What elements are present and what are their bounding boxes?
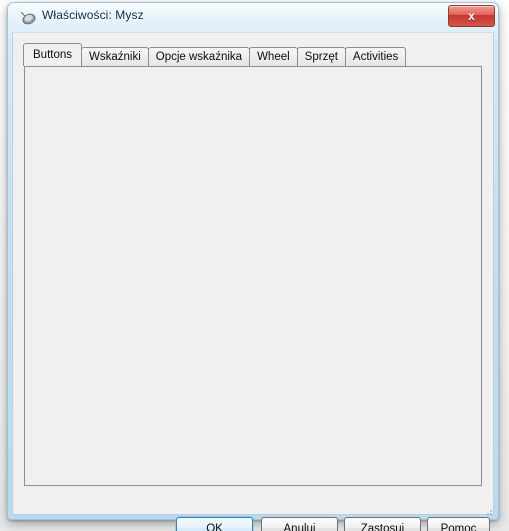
window-title: Właściwości: Mysz xyxy=(42,8,144,22)
help-button-label: Pomoc xyxy=(440,522,477,531)
tab-label: Wheel xyxy=(257,51,290,63)
apply-button[interactable]: Zastosuj xyxy=(344,517,421,531)
title-bar[interactable]: Właściwości: Mysz x xyxy=(8,3,498,33)
resize-grip-icon[interactable] xyxy=(482,504,494,516)
tab-label: Buttons xyxy=(33,49,72,61)
tab-activities[interactable]: Activities xyxy=(344,47,407,66)
tab-sprzet[interactable]: Sprzęt xyxy=(296,47,346,66)
ok-button[interactable]: OK xyxy=(176,517,253,531)
tab-label: Activities xyxy=(352,51,399,63)
tab-panel-buttons xyxy=(24,66,482,486)
apply-button-label: Zastosuj xyxy=(360,522,405,531)
cancel-button-label: Anuluj xyxy=(283,522,316,531)
tab-wheel[interactable]: Wheel xyxy=(249,47,298,66)
close-icon: x xyxy=(468,9,475,23)
dialog-client-area: Buttons Wskaźniki Opcje wskaźnika Wheel … xyxy=(12,32,494,531)
tab-strip: Buttons Wskaźniki Opcje wskaźnika Wheel … xyxy=(23,43,407,66)
tab-wskazniki[interactable]: Wskaźniki xyxy=(81,47,149,66)
mouse-icon xyxy=(20,10,37,25)
cancel-button[interactable]: Anuluj xyxy=(261,517,338,531)
ok-button-label: OK xyxy=(206,522,223,531)
screen: Właściwości: Mysz x Buttons Wskaźniki Op… xyxy=(0,0,509,531)
tab-opcje-wskaznika[interactable]: Opcje wskaźnika xyxy=(147,47,251,66)
tab-label: Sprzęt xyxy=(304,51,338,63)
tab-label: Opcje wskaźnika xyxy=(155,51,243,63)
help-button[interactable]: Pomoc xyxy=(427,517,490,531)
properties-window: Właściwości: Mysz x Buttons Wskaźniki Op… xyxy=(7,2,499,531)
tab-buttons[interactable]: Buttons xyxy=(23,43,82,66)
tab-label: Wskaźniki xyxy=(89,51,141,63)
close-button[interactable]: x xyxy=(448,5,495,27)
